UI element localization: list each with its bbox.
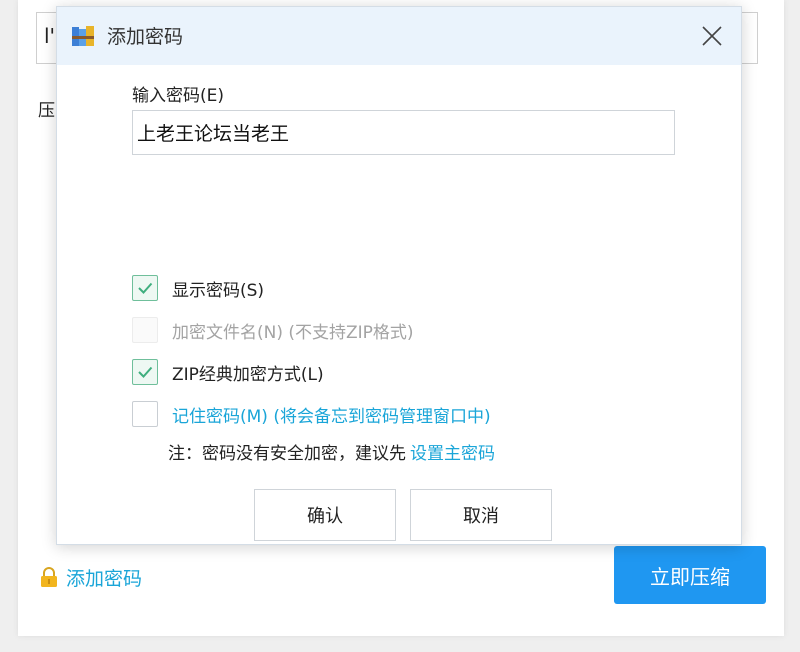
encrypt-filenames-option: 加密文件名(N) (不支持ZIP格式): [132, 315, 414, 345]
remember-password-label: 记住密码(M) (将会备忘到密码管理窗口中): [172, 406, 491, 427]
close-icon: [702, 26, 722, 46]
remember-password-option[interactable]: 记住密码(M) (将会备忘到密码管理窗口中): [132, 399, 491, 429]
confirm-button[interactable]: 确认: [254, 489, 396, 541]
dialog-titlebar[interactable]: 添加密码: [57, 7, 741, 65]
cancel-button[interactable]: 取消: [410, 489, 552, 541]
add-password-dialog: 添加密码 输入密码(E) 显示密码(S) 加密文件名(N) (不支持ZIP格式)…: [56, 6, 742, 545]
zip-classic-encryption-checkbox[interactable]: [132, 359, 158, 385]
add-password-label: 添加密码: [66, 567, 143, 590]
checkmark-icon: [138, 366, 153, 378]
encrypt-filenames-checkbox: [132, 317, 158, 343]
security-note: 注：密码没有安全加密，建议先 设置主密码: [168, 439, 495, 464]
show-password-option[interactable]: 显示密码(S): [132, 273, 264, 303]
dialog-title: 添加密码: [107, 26, 184, 48]
zip-classic-encryption-option[interactable]: ZIP经典加密方式(L): [132, 357, 324, 387]
compress-now-button[interactable]: 立即压缩: [614, 546, 766, 604]
security-note-text: 注：密码没有安全加密，建议先: [168, 444, 406, 464]
background-input-fragment-left: l': [44, 24, 56, 48]
winrar-archive-icon: [72, 26, 94, 46]
show-password-label: 显示密码(S): [172, 280, 265, 301]
lock-icon: [41, 567, 57, 587]
zip-classic-encryption-label: ZIP经典加密方式(L): [172, 364, 324, 385]
close-button[interactable]: [695, 19, 729, 53]
encrypt-filenames-label: 加密文件名(N) (不支持ZIP格式): [172, 322, 414, 343]
remember-password-checkbox[interactable]: [132, 401, 158, 427]
password-input[interactable]: [132, 110, 675, 155]
background-side-label: 压: [38, 101, 55, 121]
add-password-link[interactable]: 添加密码: [38, 564, 142, 590]
checkmark-icon: [138, 282, 153, 294]
set-master-password-link[interactable]: 设置主密码: [410, 444, 495, 464]
password-field-label: 输入密码(E): [132, 86, 225, 106]
show-password-checkbox[interactable]: [132, 275, 158, 301]
